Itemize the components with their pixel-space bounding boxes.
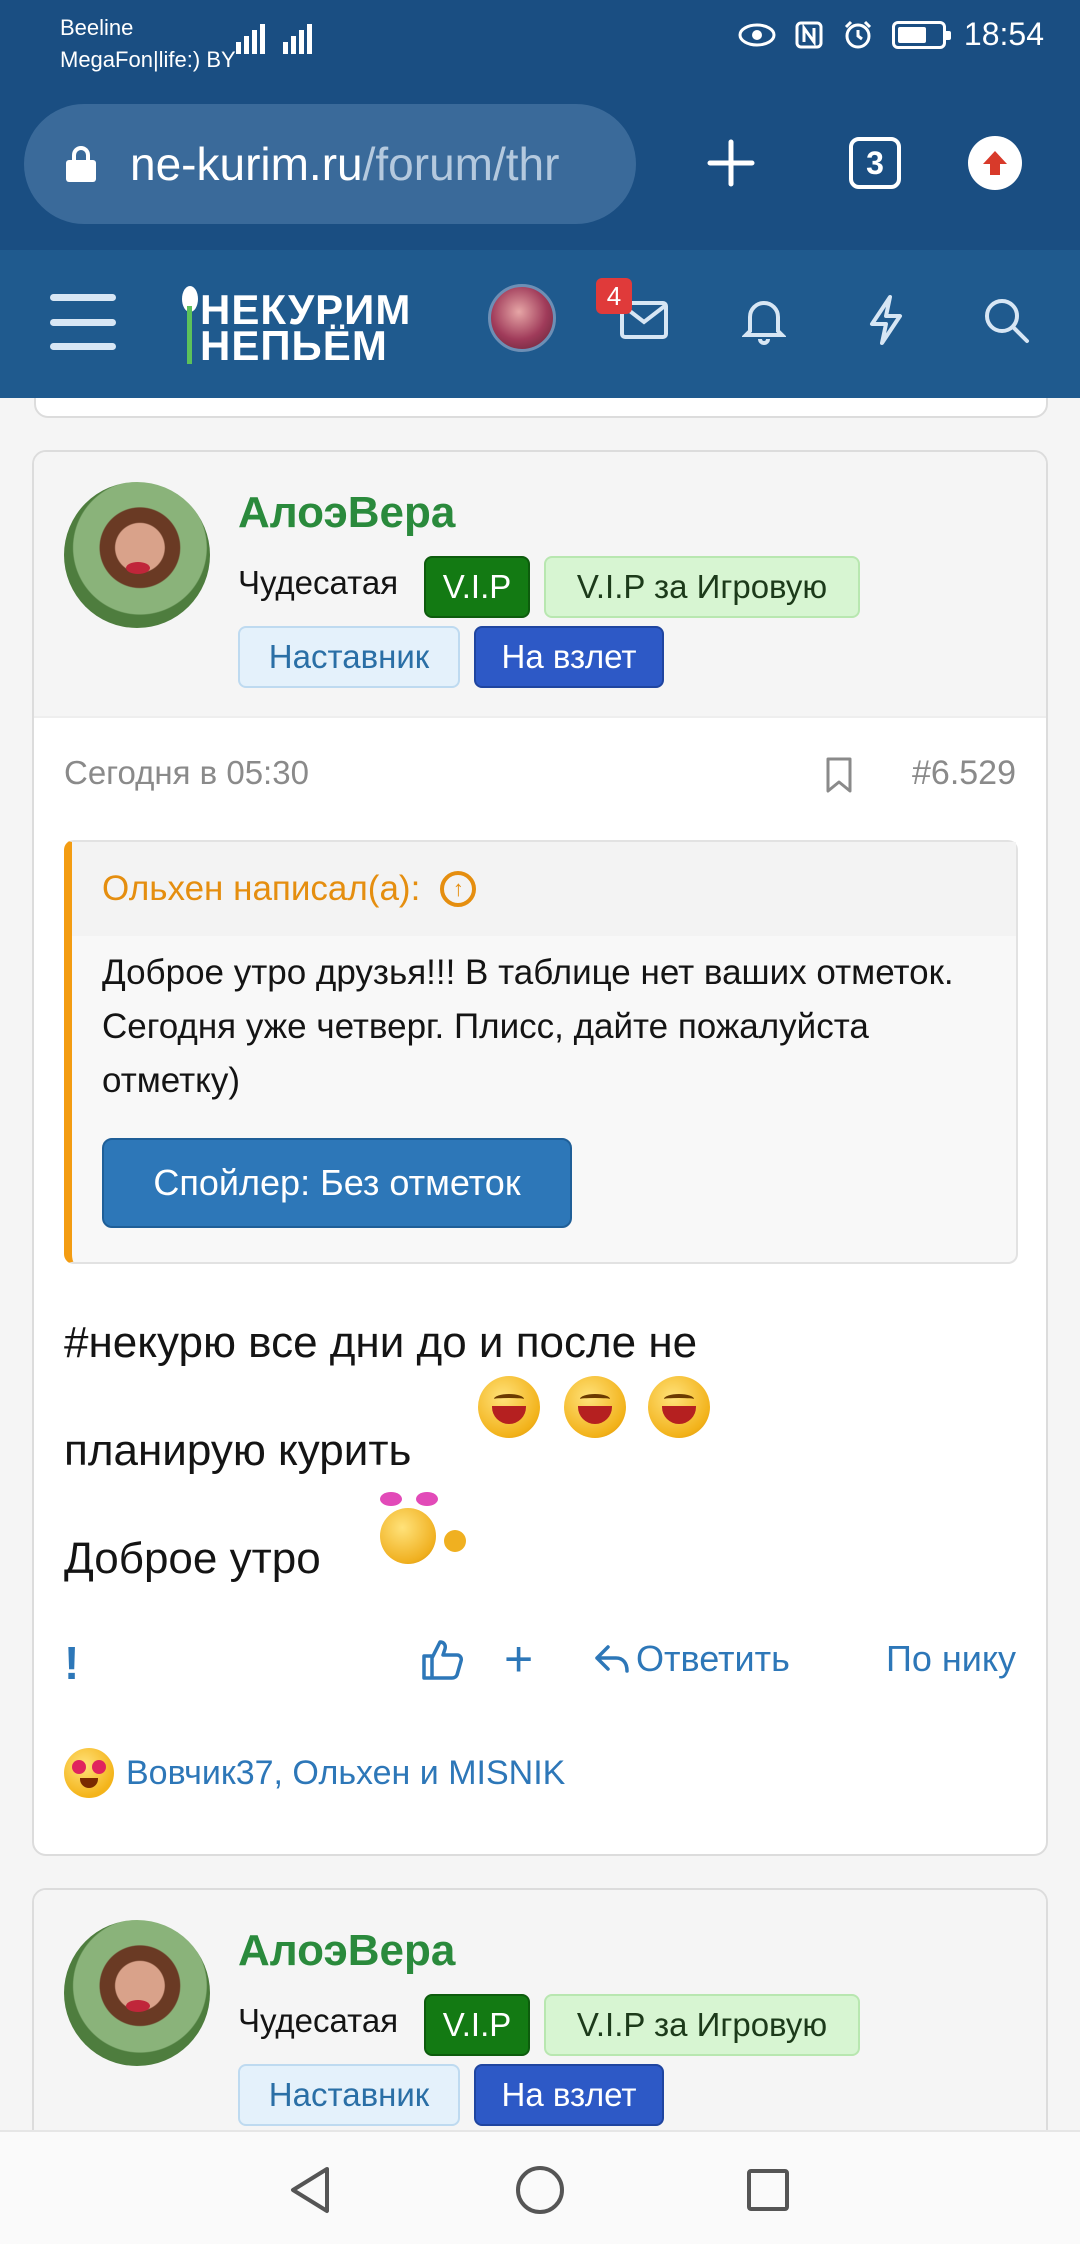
post-date[interactable]: Сегодня в 05:30 <box>64 754 309 792</box>
quote-author: Ольхен написал(а): <box>102 869 421 908</box>
user-avatar[interactable] <box>488 284 556 352</box>
post-username[interactable]: АлоэВера <box>238 1926 455 1976</box>
post-avatar[interactable] <box>64 1920 210 2066</box>
notifications-button[interactable] <box>732 288 796 352</box>
by-nick-button[interactable]: По нику <box>886 1638 1016 1680</box>
reaction-users[interactable]: Вовчик37, Ольхен и MISNIK <box>126 1754 565 1793</box>
quote-text: Доброе утро друзья!!! В таблице нет ваши… <box>102 953 954 1100</box>
post-number[interactable]: #6.529 <box>912 754 1016 793</box>
arrow-up-circle-icon[interactable]: ↑ <box>440 871 477 907</box>
logo-line-2: НЕПЬЁМ <box>200 322 388 369</box>
search-button[interactable] <box>974 288 1038 352</box>
status-bar: Beeline MegaFon|life:) BY 18:54 <box>0 0 1080 84</box>
badge-vip: V.I.P <box>424 556 530 618</box>
upload-arrow-icon <box>968 136 1022 190</box>
laughing-smiley-icon <box>564 1376 626 1438</box>
post-body-line-2: планирую курить <box>64 1426 412 1475</box>
bookmark-icon[interactable] <box>824 756 854 794</box>
new-tab-button[interactable] <box>686 118 776 208</box>
back-triangle-icon <box>291 2167 329 2213</box>
previous-post-edge <box>34 398 1048 418</box>
search-icon <box>985 299 1029 343</box>
signal-strength-icon-2 <box>283 20 312 54</box>
carrier-info: Beeline MegaFon|life:) BY <box>60 12 236 76</box>
reply-label: Ответить <box>636 1638 790 1679</box>
badge-vip-game: V.I.P за Игровую <box>544 1994 860 2056</box>
user-rank: Чудесатая <box>238 564 399 601</box>
plus-icon <box>707 139 755 187</box>
quote-block: Ольхен написал(а): ↑ Доброе утро друзья!… <box>64 840 1018 1264</box>
badge-takeoff: На взлет <box>474 626 664 688</box>
reply-icon <box>595 1645 629 1673</box>
system-nav-bar <box>0 2130 1080 2244</box>
post-user-block: АлоэВера Чудесатая V.I.P V.I.P за Игрову… <box>34 1890 1046 2130</box>
site-logo[interactable]: НЕКУРИМ НЕПЬЁМ <box>170 284 440 370</box>
browser-toolbar: ne-kurim.ru/forum/thr 3 <box>0 84 1080 250</box>
status-right: 18:54 <box>738 16 1044 53</box>
reply-button[interactable]: Ответить <box>594 1638 790 1680</box>
thumbs-up-icon[interactable] <box>420 1638 464 1682</box>
laughing-smiley-icon <box>478 1376 540 1438</box>
spoiler-button[interactable]: Спойлер: Без отметок <box>102 1138 572 1228</box>
url-text: ne-kurim.ru/forum/thr <box>130 137 559 191</box>
nfc-icon <box>795 21 823 48</box>
forum-post: АлоэВера Чудесатая V.I.P V.I.P за Игрову… <box>32 450 1048 1856</box>
add-button[interactable]: + <box>504 1630 533 1688</box>
address-bar[interactable]: ne-kurim.ru/forum/thr <box>24 104 636 224</box>
tab-count: 3 <box>849 137 901 189</box>
post-body-line-1: #некурю все дни до и после не <box>64 1318 698 1367</box>
signal-icons <box>236 20 312 54</box>
badge-mentor: Наставник <box>238 626 460 688</box>
alarm-icon <box>844 20 871 48</box>
quote-header[interactable]: Ольхен написал(а): ↑ <box>72 842 1016 936</box>
heart-eyes-icon <box>64 1748 114 1798</box>
carrier-line-1: Beeline <box>60 15 134 40</box>
report-button[interactable]: ! <box>64 1636 79 1690</box>
whats-new-button[interactable] <box>854 288 918 352</box>
messages-badge: 4 <box>596 278 632 314</box>
thread-content: АлоэВера Чудесатая V.I.P V.I.P за Игрову… <box>0 398 1080 2130</box>
laughing-smiley-icon <box>648 1376 710 1438</box>
user-rank: Чудесатая <box>238 2002 399 2039</box>
update-button[interactable] <box>950 118 1040 208</box>
home-button[interactable] <box>510 2160 570 2220</box>
battery-icon <box>891 20 951 49</box>
reactions-bar[interactable]: Вовчик37, Ольхен и MISNIK <box>64 1748 565 1798</box>
signal-strength-icon <box>236 20 265 54</box>
post-username[interactable]: АлоэВера <box>238 488 455 538</box>
badge-vip-game: V.I.P за Игровую <box>544 556 860 618</box>
menu-icon[interactable] <box>50 294 116 350</box>
home-circle-icon <box>516 2166 564 2214</box>
site-header: НЕКУРИМ НЕПЬЁМ 4 <box>0 250 1080 398</box>
post-avatar[interactable] <box>64 482 210 628</box>
recents-button[interactable] <box>738 2160 798 2220</box>
lightning-icon <box>870 295 902 345</box>
post-body-line-3: Доброе утро <box>64 1534 321 1583</box>
tabs-button[interactable]: 3 <box>830 118 920 208</box>
badge-vip: V.I.P <box>424 1994 530 2056</box>
eye-icon <box>738 23 776 46</box>
bell-icon <box>742 301 786 345</box>
good-morning-smiley-icon <box>380 1492 466 1564</box>
badge-takeoff: На взлет <box>474 2064 664 2126</box>
post-user-block: АлоэВера Чудесатая V.I.P V.I.P за Игрову… <box>34 452 1046 718</box>
carrier-line-2: MegaFon|life:) BY <box>60 47 236 72</box>
sprout-icon <box>182 286 198 366</box>
badge-mentor: Наставник <box>238 2064 460 2126</box>
url-path: /forum/thr <box>362 138 560 190</box>
url-host: ne-kurim.ru <box>130 138 363 190</box>
recents-square-icon <box>747 2169 789 2211</box>
post-actions: ! + Ответить По нику <box>34 1624 1046 1704</box>
forum-post: АлоэВера Чудесатая V.I.P V.I.P за Игрову… <box>32 1888 1048 2130</box>
clock: 18:54 <box>963 16 1044 52</box>
lock-icon <box>66 146 96 182</box>
back-button[interactable] <box>280 2160 340 2220</box>
